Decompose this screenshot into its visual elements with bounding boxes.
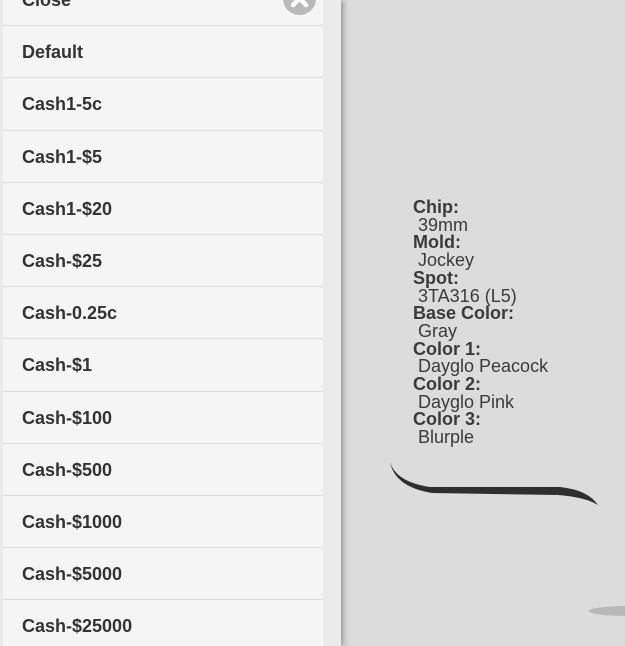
chip-details: Chip: 39mm Mold: Jockey Spot: 3TA316 (L5… [413, 198, 548, 448]
style-menu-panel: Close Default Cash1-5c Cash1-$5 Cash1-$2… [0, 0, 341, 646]
color-3-value: Blurple [418, 427, 475, 448]
close-icon [290, 0, 309, 8]
spot-label: Spot: [413, 267, 459, 288]
menu-item-cash-1000[interactable]: Cash-$1000 [3, 495, 323, 549]
menu-item-cash1-5[interactable]: Cash1-$5 [3, 130, 323, 183]
menu-item-cash1-5c[interactable]: Cash1-5c [3, 78, 323, 131]
menu-item-cash-25[interactable]: Cash-$25 [3, 234, 323, 288]
menu-item-cash-500[interactable]: Cash-$500 [3, 443, 323, 496]
close-button[interactable] [283, 0, 316, 15]
menu-item-cash1-20[interactable]: Cash1-$20 [3, 182, 323, 235]
menu-item-cash-1[interactable]: Cash-$1 [3, 339, 323, 392]
menu-item-cash-0-25c[interactable]: Cash-0.25c [3, 287, 323, 340]
style-menu-list: Close Default Cash1-5c Cash1-$5 Cash1-$2… [3, 0, 323, 646]
menu-item-cash-5000[interactable]: Cash-$5000 [3, 548, 323, 601]
close-label: Close [22, 0, 72, 10]
menu-item-default[interactable]: Default [3, 26, 323, 79]
base-color-value: Gray [418, 320, 458, 341]
menu-item-cash-25000[interactable]: Cash-$25000 [3, 600, 323, 646]
close-row[interactable]: Close [3, 0, 323, 27]
menu-item-cash-100[interactable]: Cash-$100 [3, 391, 323, 444]
